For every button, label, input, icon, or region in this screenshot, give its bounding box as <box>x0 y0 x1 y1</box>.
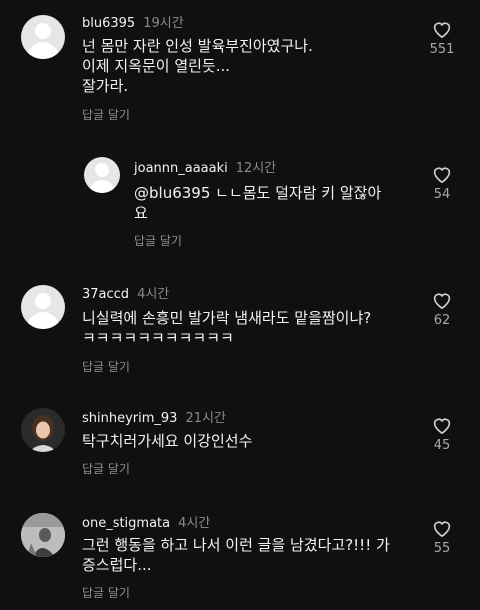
like-count: 55 <box>433 541 451 556</box>
heart-icon <box>433 293 451 309</box>
username[interactable]: 37accd <box>82 287 129 302</box>
reply-button[interactable]: 답글 달기 <box>82 460 130 477</box>
heart-icon <box>433 167 451 183</box>
timestamp: 21시간 <box>185 411 226 426</box>
like-button[interactable]: 55 <box>427 519 457 556</box>
like-button[interactable]: 551 <box>427 20 457 57</box>
timestamp: 12시간 <box>235 161 277 176</box>
username[interactable]: shinheyrim_93 <box>82 411 177 426</box>
comment-text: 넌 몸만 자란 인성 발육부진아였구나. 이제 지옥문이 열린듯... 잘가라. <box>82 37 313 95</box>
username[interactable]: joannn_aaaaki <box>134 161 228 176</box>
reply-button[interactable]: 답글 달기 <box>82 358 130 375</box>
timestamp: 19시간 <box>143 16 184 31</box>
reply-button[interactable]: 답글 달기 <box>134 232 182 249</box>
heart-icon <box>433 521 451 537</box>
comment-text: 탁구치러가세요 이강인선수 <box>82 432 253 450</box>
username[interactable]: one_stigmata <box>82 516 170 531</box>
heart-icon <box>433 418 451 434</box>
like-button[interactable]: 45 <box>427 416 457 453</box>
comment-meta: joannn_aaaaki 12시간 <box>134 157 276 176</box>
like-count: 45 <box>433 438 451 453</box>
heart-icon <box>433 22 451 38</box>
comment-text: 니실력에 손흥민 발가락 냄새라도 맡을짬이냐? ㅋㅋㅋㅋㅋㅋㅋㅋㅋㅋㅋ <box>82 309 372 347</box>
reply-button[interactable]: 답글 달기 <box>82 106 130 123</box>
like-count: 54 <box>433 187 451 202</box>
like-button[interactable]: 54 <box>427 165 457 202</box>
timestamp: 4시간 <box>178 516 211 531</box>
reply-button[interactable]: 답글 달기 <box>82 584 130 601</box>
default-avatar-icon[interactable] <box>21 15 65 59</box>
comment-meta: blu6395 19시간 <box>82 12 184 31</box>
comment-meta: one_stigmata 4시간 <box>82 512 210 531</box>
like-count: 62 <box>433 313 451 328</box>
comment-meta: 37accd 4시간 <box>82 283 169 302</box>
comment-text: @blu6395 ㄴㄴ몸도 덜자람 키 알잖아 요 <box>134 184 382 222</box>
comment-text: 그런 행동을 하고 나서 이런 글을 남겼다고?!!! 가 증스럽다... <box>82 536 390 574</box>
like-count: 551 <box>429 42 455 57</box>
profile-photo-avatar[interactable] <box>21 408 65 452</box>
username[interactable]: blu6395 <box>82 16 135 31</box>
default-avatar-icon[interactable] <box>84 157 120 193</box>
timestamp: 4시간 <box>137 287 170 302</box>
comment-meta: shinheyrim_93 21시간 <box>82 407 226 426</box>
profile-photo-avatar[interactable] <box>21 513 65 557</box>
default-avatar-icon[interactable] <box>21 285 65 329</box>
like-button[interactable]: 62 <box>427 291 457 328</box>
